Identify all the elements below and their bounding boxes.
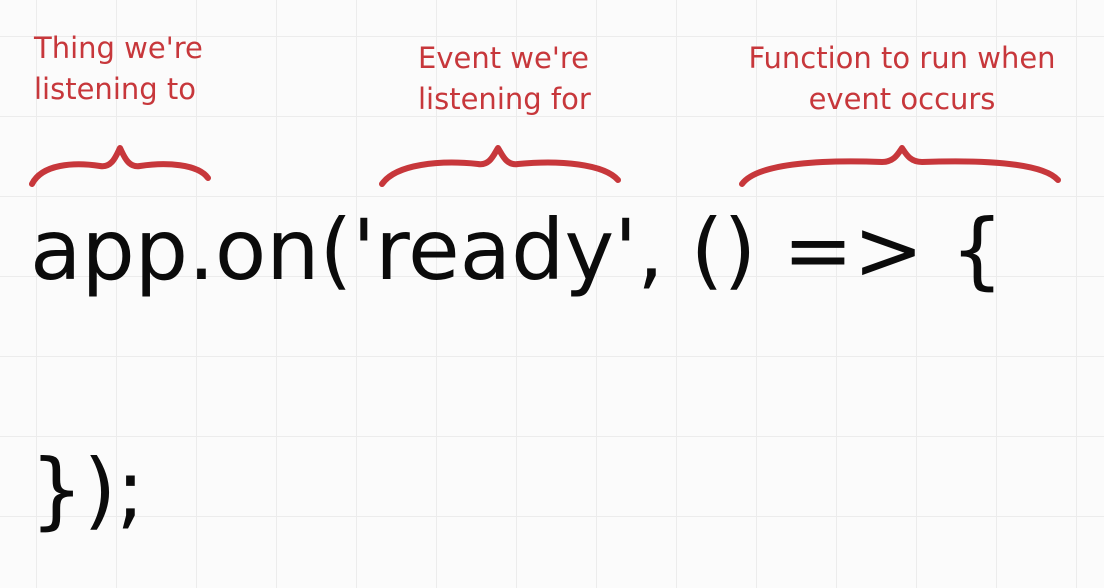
annotation-line: listening to xyxy=(34,72,196,106)
annotation-function-to-run: Function to run when event occurs xyxy=(742,38,1062,120)
curly-brace-icon xyxy=(379,145,621,187)
code-line: app.on('ready', () => { xyxy=(30,201,1004,299)
curly-brace-icon xyxy=(29,145,211,187)
annotation-line: Function to run when xyxy=(748,41,1056,75)
annotation-line: Event we're xyxy=(418,41,589,75)
annotation-thing-listening-to: Thing we're listening to xyxy=(34,28,203,110)
annotation-line: Thing we're xyxy=(34,31,203,65)
curly-brace-icon xyxy=(739,145,1061,187)
annotation-event-listening-for: Event we're listening for xyxy=(418,38,591,120)
annotation-line: listening for xyxy=(418,82,591,116)
annotation-line: event occurs xyxy=(808,82,996,116)
slide-canvas: { "annotations": [ { "lines": ["Thing we… xyxy=(0,0,1104,588)
code-line: }); xyxy=(30,441,145,539)
